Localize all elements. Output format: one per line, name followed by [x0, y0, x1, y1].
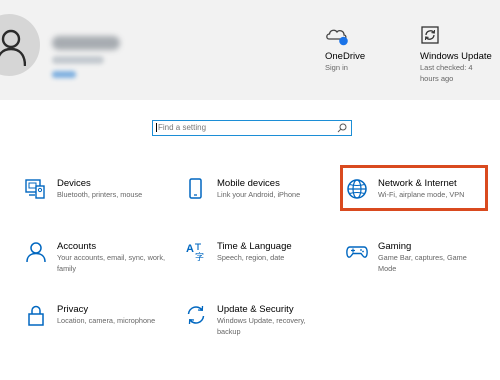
tile-title: Devices: [57, 178, 91, 189]
tile-title: Time & Language: [217, 241, 292, 252]
tile-mobile-devices[interactable]: Mobile devices Link your Android, iPhone: [185, 178, 325, 224]
svg-text:字: 字: [195, 251, 204, 263]
update-icon: [421, 26, 439, 44]
tile-devices[interactable]: Devices Bluetooth, printers, mouse: [25, 178, 165, 224]
tile-title: Update & Security: [217, 304, 294, 315]
tile-update-security[interactable]: Update & Security Windows Update, recove…: [185, 304, 325, 350]
person-icon: [26, 242, 46, 263]
tile-description: Your accounts, email, sync, work, family: [57, 253, 166, 273]
devices-icon: [25, 179, 45, 199]
tile-time-language[interactable]: A 字 Time & Language Speech, region, date: [185, 241, 325, 287]
user-link-redacted[interactable]: [52, 71, 76, 78]
onedrive-item[interactable]: OneDrive Sign in: [325, 26, 395, 73]
windows-update-item[interactable]: Windows Update Last checked: 4 hours ago: [420, 26, 500, 84]
person-silhouette-icon: [0, 29, 26, 66]
onedrive-title: OneDrive: [325, 51, 366, 62]
tile-accounts[interactable]: Accounts Your accounts, email, sync, wor…: [25, 241, 165, 287]
tile-title: Mobile devices: [217, 178, 280, 189]
tile-title: Gaming: [378, 241, 412, 252]
tile-description: Speech, region, date: [217, 253, 285, 262]
account-header: OneDrive Sign in Windows Update Last che…: [0, 0, 500, 100]
tile-description: Link your Android, iPhone: [217, 190, 301, 199]
tile-description: Bluetooth, printers, mouse: [57, 190, 143, 199]
user-name-redacted: [52, 36, 120, 50]
tile-privacy[interactable]: Privacy Location, camera, microphone: [25, 304, 165, 350]
tile-description: Location, camera, microphone: [57, 316, 156, 325]
tile-title: Privacy: [57, 304, 89, 315]
search-box[interactable]: [152, 120, 352, 136]
tile-title: Accounts: [57, 241, 97, 252]
onedrive-cloud-icon: [326, 29, 348, 46]
time-language-icon: A 字: [186, 243, 204, 263]
user-email-redacted: [52, 56, 104, 64]
gamepad-icon: [346, 246, 368, 258]
search-input[interactable]: [155, 121, 336, 134]
lock-icon: [28, 305, 44, 326]
windows-update-title: Windows Update: [420, 51, 492, 62]
avatar[interactable]: [0, 14, 40, 76]
tile-gaming[interactable]: Gaming Game Bar, captures, Game Mode: [346, 241, 486, 287]
svg-text:A: A: [186, 243, 194, 255]
tile-description: Windows Update, recovery, backup: [217, 316, 306, 336]
sync-icon: [187, 305, 205, 325]
tile-description: Game Bar, captures, Game Mode: [378, 253, 467, 273]
phone-icon: [189, 178, 202, 199]
windows-update-status: Last checked: 4 hours ago: [420, 63, 473, 83]
onedrive-status: Sign in: [325, 63, 348, 72]
search-icon[interactable]: [337, 123, 347, 133]
highlight-box: [340, 165, 488, 211]
